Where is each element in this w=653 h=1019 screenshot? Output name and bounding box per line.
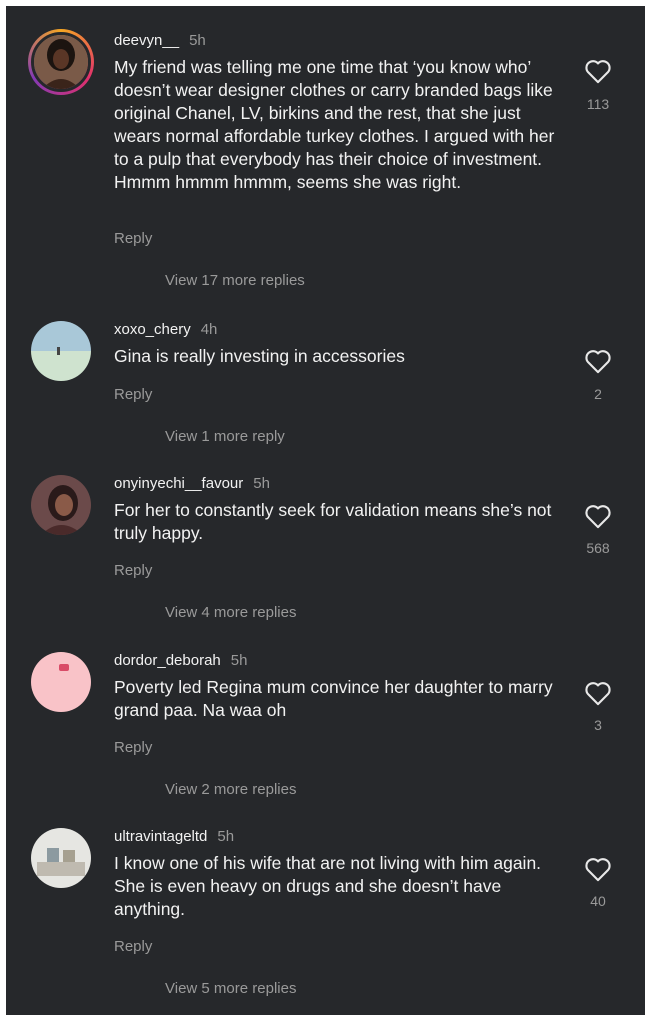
comment-timestamp: 5h (253, 475, 270, 492)
comment-timestamp: 5h (230, 652, 248, 669)
comment-username[interactable]: onyinyechi__favour 5h (114, 475, 270, 492)
heart-outline-icon[interactable] (584, 856, 612, 882)
like-count: 3 (594, 717, 602, 733)
comment-username[interactable]: xoxo_chery 4h (114, 321, 217, 338)
view-replies-link[interactable]: View 1 more reply (165, 428, 285, 445)
comment-timestamp: 5h (189, 32, 206, 49)
like-count: 113 (586, 96, 610, 112)
comment-timestamp: 4h (200, 321, 218, 338)
view-replies-link[interactable]: View 2 more replies (165, 781, 296, 798)
reply-button[interactable]: Reply (114, 386, 152, 403)
comment-text: Gina is really investing in accessories (114, 346, 405, 366)
comment-username[interactable]: deevyn__ 5h (114, 32, 206, 49)
comment-username[interactable]: dordor_deborah 5h (114, 652, 247, 669)
heart-outline-icon[interactable] (584, 58, 612, 84)
reply-button[interactable]: Reply (114, 938, 152, 955)
comment-text: For her to constantly seek for validatio… (114, 500, 552, 543)
heart-outline-icon[interactable] (584, 348, 612, 374)
heart-outline-icon[interactable] (584, 503, 612, 529)
comment-text: Poverty led Regina mum convince her daug… (114, 677, 553, 720)
comment-text: I know one of his wife that are not livi… (114, 853, 542, 919)
view-replies-link[interactable]: View 4 more replies (165, 604, 296, 621)
heart-outline-icon[interactable] (584, 680, 612, 706)
like-count: 40 (590, 893, 606, 909)
avatar[interactable] (31, 828, 91, 888)
view-replies-link[interactable]: View 5 more replies (165, 980, 296, 997)
comments-panel: deevyn__ 5h My friend was telling me one … (6, 6, 645, 1015)
comment-text: My friend was telling me one time that ‘… (114, 57, 555, 192)
avatar[interactable] (31, 321, 91, 381)
avatar[interactable] (28, 29, 94, 95)
view-replies-link[interactable]: View 17 more replies (165, 272, 305, 289)
like-count: 2 (594, 386, 602, 402)
avatar[interactable] (31, 652, 91, 712)
avatar[interactable] (31, 475, 91, 535)
like-count: 568 (586, 540, 610, 556)
reply-button[interactable]: Reply (114, 230, 152, 247)
comment-timestamp: 5h (217, 828, 235, 845)
reply-button[interactable]: Reply (114, 562, 152, 579)
comment-username[interactable]: ultravintageltd 5h (114, 828, 234, 845)
reply-button[interactable]: Reply (114, 739, 152, 756)
